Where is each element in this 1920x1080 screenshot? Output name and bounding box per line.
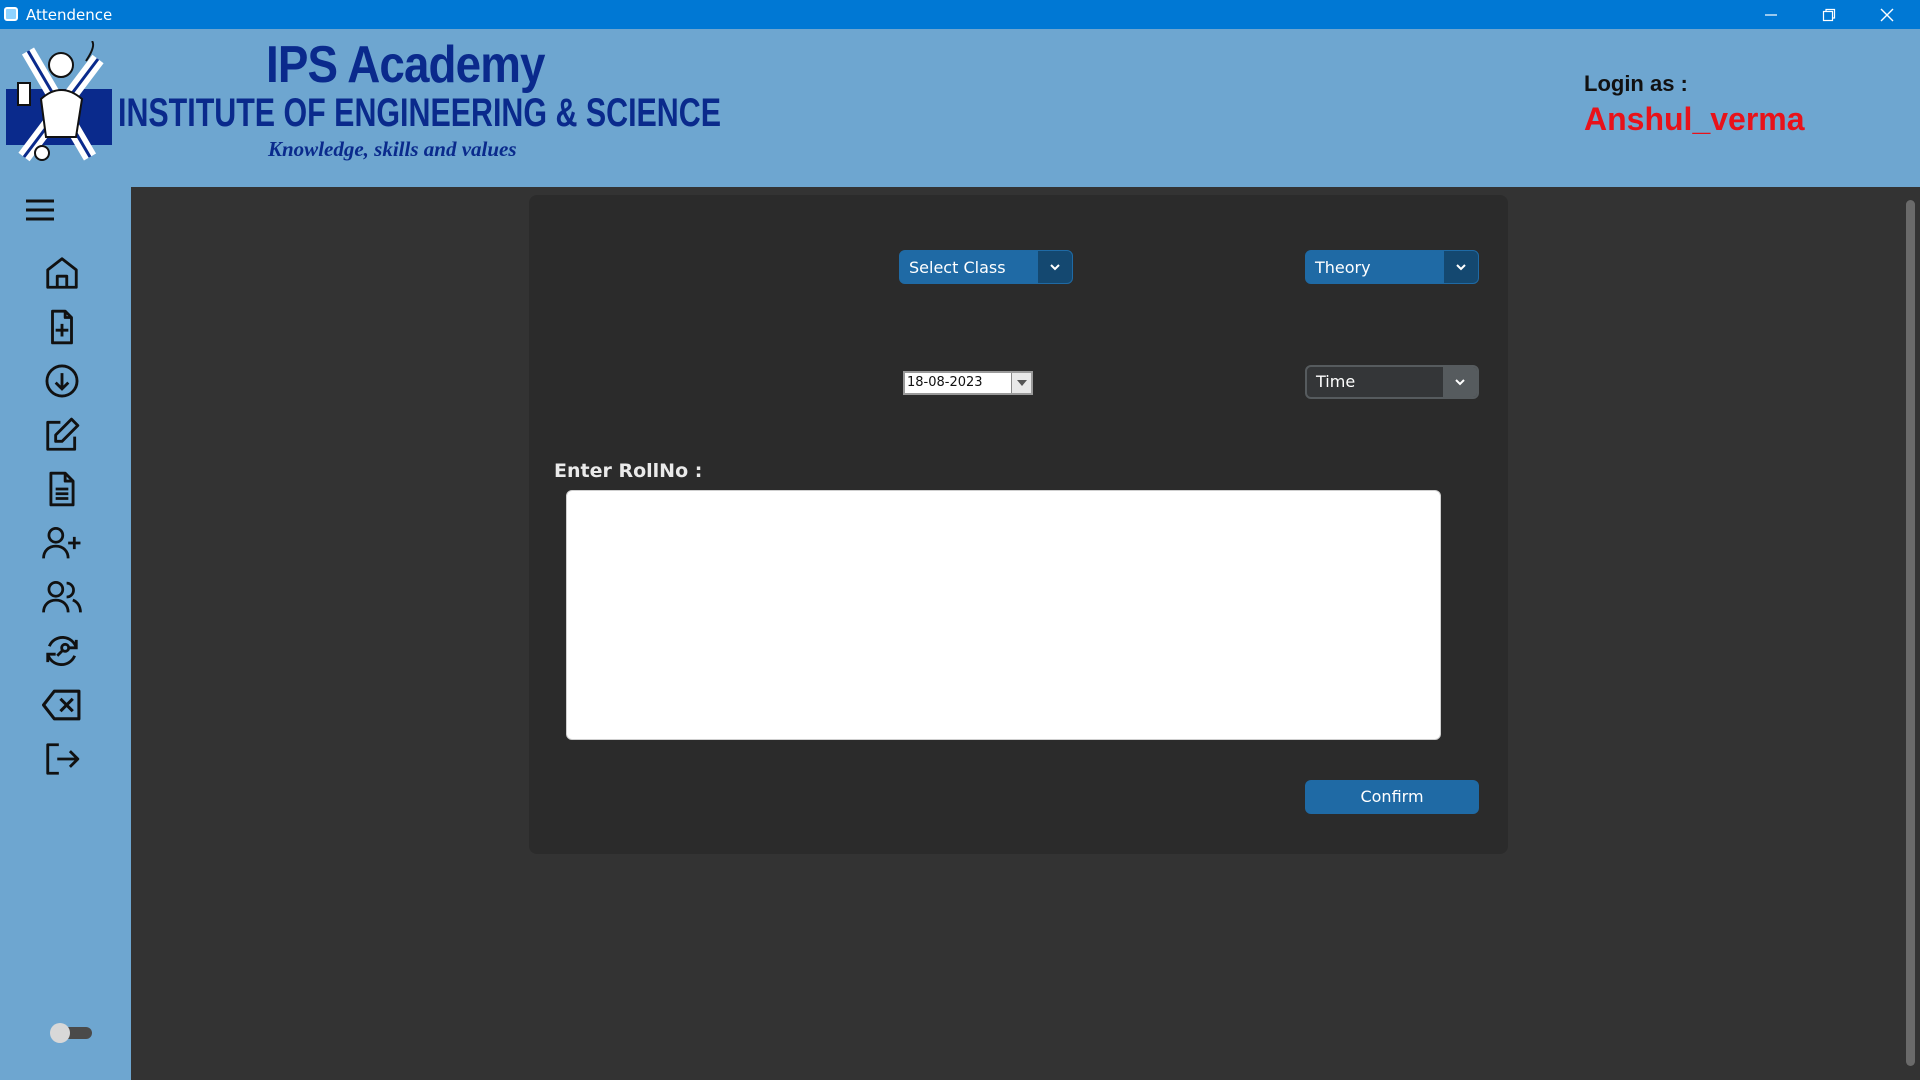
chevron-down-icon	[1455, 379, 1465, 386]
confirm-button[interactable]: Confirm	[1305, 780, 1479, 814]
sidebar-item-reset-password[interactable]	[40, 629, 84, 673]
app-icon	[4, 7, 18, 21]
login-label: Login as :	[1584, 71, 1688, 96]
minimize-icon	[1765, 13, 1777, 16]
logo-tagline: Knowledge, skills and values	[268, 137, 517, 161]
type-select-dropdown[interactable]	[1444, 251, 1478, 283]
type-select[interactable]: Theory	[1305, 250, 1479, 284]
class-select-value: Select Class	[909, 258, 1006, 277]
menu-button[interactable]	[22, 195, 58, 225]
sidebar-item-document[interactable]	[40, 467, 84, 511]
document-icon	[49, 471, 75, 507]
sidebar-item-logout[interactable]	[40, 737, 84, 781]
maximize-icon	[1822, 8, 1836, 21]
sidebar-item-edit[interactable]	[40, 413, 84, 457]
close-icon	[1880, 8, 1894, 21]
menu-icon	[26, 199, 54, 221]
rollno-label: Enter RollNo :	[554, 460, 703, 482]
logout-icon	[46, 743, 80, 775]
sidebar-item-users[interactable]	[40, 575, 84, 619]
date-value[interactable]: 18-08-2023	[905, 373, 1011, 393]
sidebar-item-download[interactable]	[40, 359, 84, 403]
home-icon	[46, 257, 78, 289]
time-select-dropdown[interactable]	[1443, 367, 1477, 397]
minimize-button[interactable]	[1742, 0, 1800, 29]
time-select[interactable]: Time	[1305, 365, 1479, 399]
title-bar: Attendence	[0, 0, 1920, 29]
users-icon	[42, 581, 82, 613]
logo-title: IPS Academy	[266, 36, 545, 94]
file-add-icon	[51, 309, 73, 345]
delete-icon	[42, 689, 81, 721]
theme-toggle[interactable]	[50, 1023, 94, 1043]
time-select-value: Time	[1316, 372, 1356, 391]
download-icon	[45, 364, 79, 398]
date-picker[interactable]: 18-08-2023	[903, 371, 1033, 395]
window-title: Attendence	[26, 6, 113, 24]
maximize-button[interactable]	[1800, 0, 1858, 29]
chevron-down-icon	[1456, 264, 1466, 271]
triangle-down-icon	[1016, 380, 1027, 386]
close-button[interactable]	[1858, 0, 1916, 29]
vertical-scrollbar[interactable]	[1906, 200, 1915, 1066]
sidebar-item-home[interactable]	[40, 251, 84, 295]
sidebar-item-delete[interactable]	[40, 683, 84, 727]
date-dropdown-button[interactable]	[1011, 373, 1031, 393]
sidebar	[0, 187, 131, 1080]
rollno-input[interactable]	[566, 490, 1441, 740]
login-username: Anshul_verma	[1584, 101, 1805, 137]
sidebar-item-add-user[interactable]	[40, 521, 84, 565]
logo-subtitle: INSTITUTE OF ENGINEERING & SCIENCE	[118, 91, 721, 135]
sidebar-item-add-file[interactable]	[40, 305, 84, 349]
refresh-key-icon	[46, 636, 78, 666]
class-select[interactable]: Select Class	[899, 250, 1073, 284]
user-add-icon	[42, 527, 81, 559]
header: IPS Academy INSTITUTE OF ENGINEERING & S…	[0, 29, 1920, 187]
type-select-value: Theory	[1315, 258, 1371, 277]
class-select-dropdown[interactable]	[1038, 251, 1072, 283]
edit-icon	[46, 417, 80, 451]
logo-emblem	[6, 41, 112, 162]
toggle-knob	[50, 1023, 70, 1043]
chevron-down-icon	[1050, 264, 1060, 271]
